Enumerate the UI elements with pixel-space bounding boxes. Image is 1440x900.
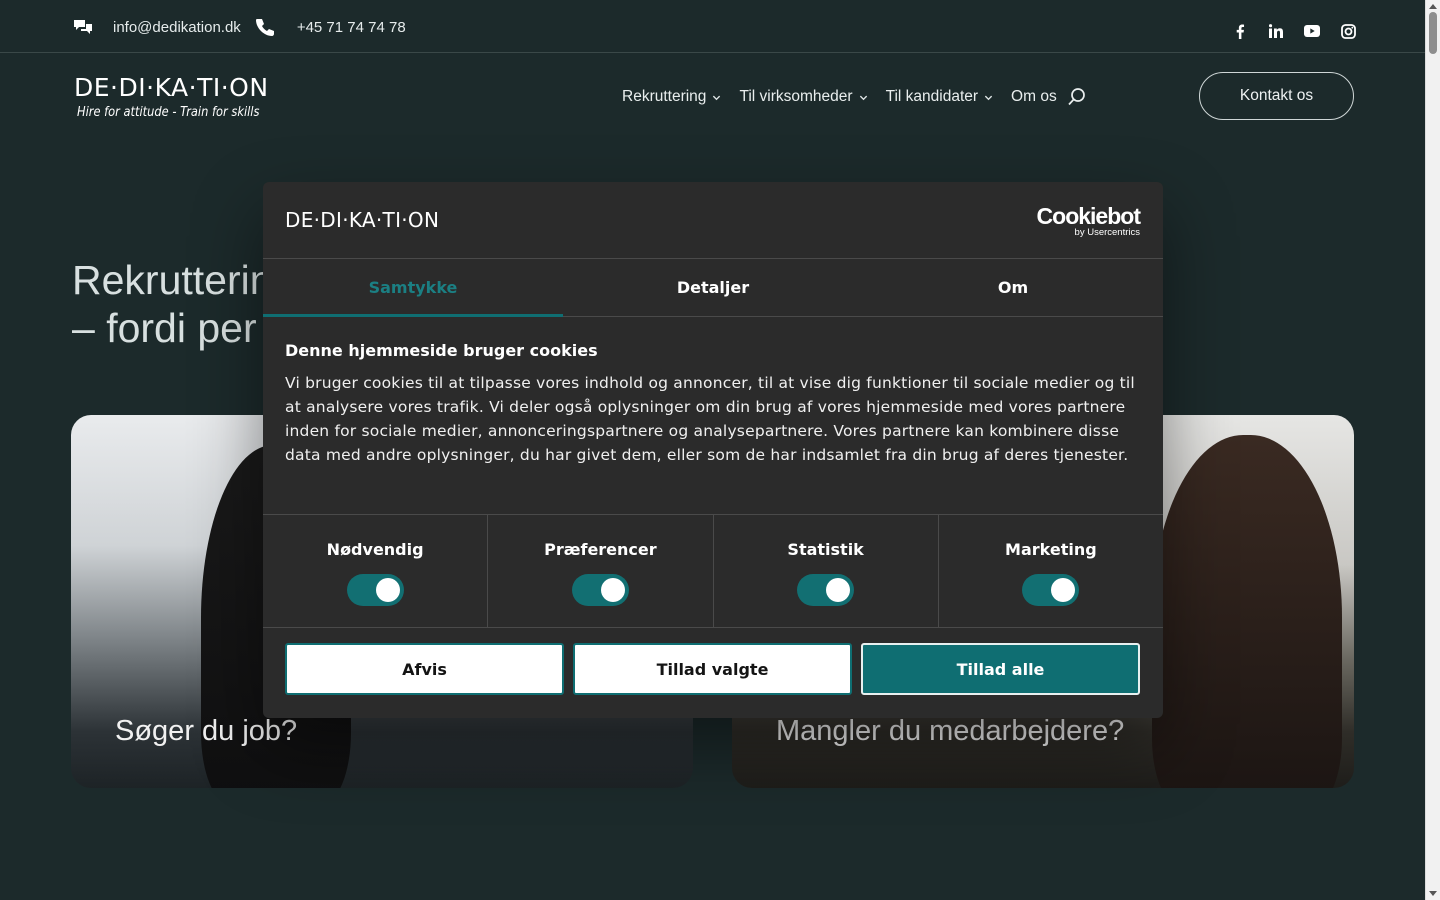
category-label: Marketing	[1005, 540, 1097, 559]
toggle-knob	[600, 578, 625, 602]
search-icon[interactable]	[1067, 87, 1087, 107]
page-scrollbar[interactable]	[1425, 0, 1440, 900]
hero-title-line1: Rekrutterin	[72, 257, 273, 303]
site-logo[interactable]: DE·DI·KA·TI·ON Hire for attitude - Train…	[74, 74, 284, 128]
cookie-consent-dialog: DE·DI·KA·TI·ON Cookiebot by Usercentrics…	[263, 182, 1163, 718]
dialog-body: Denne hjemmeside bruger cookies Vi bruge…	[263, 317, 1163, 467]
chat-icon	[74, 20, 92, 34]
cookiebot-brand-sub: by Usercentrics	[1074, 227, 1140, 238]
chevron-down-icon	[713, 95, 721, 100]
category-label: Statistik	[787, 540, 864, 559]
consent-categories: Nødvendig Præferencer Statistik Marketin…	[263, 514, 1163, 628]
tab-om[interactable]: Om	[863, 259, 1163, 316]
allow-selected-button[interactable]: Tillad valgte	[573, 643, 852, 695]
logo-mark: DE·DI·KA·TI·ON	[74, 73, 269, 102]
nav-item-label: Til kandidater	[885, 88, 979, 105]
tab-samtykke[interactable]: Samtykke	[263, 259, 563, 317]
toggle-knob	[375, 578, 400, 602]
marketing-toggle[interactable]	[1022, 574, 1080, 606]
phone-link[interactable]: +45 71 74 74 78	[297, 19, 406, 36]
category-label: Præferencer	[544, 540, 657, 559]
nav-item-til-kandidater[interactable]: Til kandidater	[886, 88, 993, 106]
nav-item-til-virksomheder[interactable]: Til virksomheder	[739, 88, 867, 106]
preferences-toggle[interactable]	[571, 574, 629, 606]
card-label: Mangler du medarbejdere?	[776, 715, 1125, 747]
nav-item-label: Rekruttering	[622, 88, 707, 105]
tab-detaljer[interactable]: Detaljer	[563, 259, 863, 316]
dialog-text: Vi bruger cookies til at tilpasse vores …	[285, 374, 1135, 464]
category-necessary: Nødvendig	[263, 515, 489, 627]
category-marketing: Marketing	[939, 515, 1163, 627]
top-bar: info@dedikation.dk +45 71 74 74 78	[0, 0, 1425, 53]
chevron-down-icon	[984, 95, 993, 100]
toggle-knob	[1051, 578, 1076, 602]
dialog-tabs: Samtykke Detaljer Om	[263, 259, 1163, 317]
linkedin-icon[interactable]	[1258, 22, 1294, 40]
category-statistics: Statistik	[714, 515, 939, 627]
dialog-buttons: Afvis Tillad valgte Tillad alle	[285, 643, 1140, 695]
facebook-icon[interactable]	[1222, 22, 1258, 40]
allow-all-button[interactable]: Tillad alle	[861, 643, 1140, 695]
youtube-icon[interactable]	[1294, 22, 1330, 40]
main-nav: Rekruttering Til virksomheder Til kandid…	[622, 87, 1087, 107]
social-links	[1222, 22, 1366, 40]
cookiebot-logo[interactable]: Cookiebot by Usercentrics	[1036, 203, 1141, 238]
phone-icon	[255, 19, 274, 36]
contact-button[interactable]: Kontakt os	[1199, 72, 1354, 120]
category-label: Nødvendig	[326, 540, 424, 559]
cookiebot-brand: Cookiebot	[1036, 203, 1141, 229]
reject-button[interactable]: Afvis	[285, 643, 564, 695]
scroll-up-icon[interactable]	[1429, 4, 1437, 9]
nav-item-om-os[interactable]: Om os	[1011, 88, 1057, 106]
category-preferences: Præferencer	[488, 515, 714, 627]
person-photo	[1152, 435, 1342, 788]
dialog-heading: Denne hjemmeside bruger cookies	[285, 341, 598, 360]
dialog-site-logo: DE·DI·KA·TI·ON	[285, 208, 440, 232]
necessary-toggle[interactable]	[346, 574, 404, 606]
nav-item-label: Om os	[1011, 88, 1057, 105]
hero-title-line2: – fordi per	[72, 305, 257, 351]
contact-info: info@dedikation.dk +45 71 74 74 78	[73, 17, 420, 37]
nav-item-label: Til virksomheder	[739, 88, 853, 105]
email-link[interactable]: info@dedikation.dk	[113, 19, 241, 36]
instagram-icon[interactable]	[1330, 22, 1366, 40]
statistics-toggle[interactable]	[797, 574, 855, 606]
dialog-header: DE·DI·KA·TI·ON Cookiebot by Usercentrics	[263, 182, 1163, 259]
toggle-knob	[826, 578, 851, 602]
scroll-down-icon[interactable]	[1429, 891, 1437, 896]
hero-title: Rekrutterin – fordi per	[72, 256, 273, 352]
scroll-thumb[interactable]	[1429, 12, 1437, 54]
chevron-down-icon	[859, 95, 867, 100]
card-label: Søger du job?	[115, 715, 298, 747]
nav-item-rekruttering[interactable]: Rekruttering	[622, 88, 721, 106]
logo-tagline: Hire for attitude - Train for skills	[77, 105, 260, 120]
